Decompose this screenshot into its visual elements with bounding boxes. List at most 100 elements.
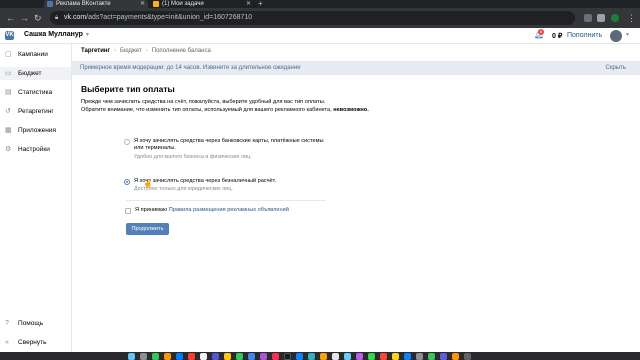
url-host: vk.com	[64, 14, 87, 21]
top-header: VK Сашка Мулланур▼ 🔔︎ 6 0 ₽ Пополнить ▼	[0, 28, 640, 44]
agree-label[interactable]: Я принимаю Правила размещения рекламных …	[135, 207, 289, 213]
vk-logo[interactable]: VK	[5, 31, 14, 40]
menu-icon[interactable]: ⋮	[627, 12, 636, 24]
url-field[interactable]: 🔒︎ vk.com/ads?act=payments&type=init&uni…	[50, 11, 575, 25]
mouse-cursor-icon: ☝	[143, 179, 153, 188]
sidebar-item-budget[interactable]: ▭ Бюджет	[0, 67, 71, 80]
apps-icon: ▦	[5, 127, 12, 134]
sidebar: ▢ Кампании ▭ Бюджет ▤ Статистика ↺ Ретар…	[0, 44, 72, 352]
lock-icon: 🔒︎	[55, 15, 59, 21]
launchpad-icon[interactable]	[140, 353, 147, 360]
app-icon[interactable]	[284, 353, 291, 360]
app-icon[interactable]	[332, 353, 339, 360]
description-line-1: Прежде чем зачислить средства на счёт, п…	[81, 99, 326, 105]
app-icon[interactable]	[296, 353, 303, 360]
messages-icon[interactable]	[152, 353, 159, 360]
trash-icon[interactable]	[464, 353, 471, 360]
sidebar-item-apps[interactable]: ▦ Приложения	[0, 124, 71, 137]
option-label[interactable]: Я хочу зачислять средства через безналич…	[134, 178, 374, 185]
rules-link[interactable]: Правила размещения рекламных объявлений	[169, 207, 289, 213]
chevron-down-icon: ▼	[84, 32, 90, 38]
description-line-2: Обратите внимание, что изменить тип опла…	[81, 107, 369, 113]
app-icon[interactable]	[404, 353, 411, 360]
stats-icon: ▤	[5, 89, 12, 96]
app-icon[interactable]	[452, 353, 459, 360]
app-icon[interactable]	[356, 353, 363, 360]
chrome-icon[interactable]	[248, 353, 255, 360]
hide-notice-link[interactable]: Скрыть	[606, 61, 626, 75]
sidebar-item-campaigns[interactable]: ▢ Кампании	[0, 48, 71, 61]
breadcrumb-item-budget[interactable]: Бюджет	[120, 48, 142, 54]
username: Сашка Мулланур	[24, 31, 83, 38]
new-tab-icon[interactable]: +	[258, 0, 263, 8]
sidebar-item-label: Кампании	[18, 51, 48, 58]
sidebar-item-stats[interactable]: ▤ Статистика	[0, 86, 71, 99]
extension-icon[interactable]	[584, 14, 592, 22]
collapse-icon: «	[5, 339, 9, 346]
campaigns-icon: ▢	[5, 51, 12, 58]
radio-button-checked[interactable]	[124, 179, 130, 185]
sidebar-item-label: Бюджет	[18, 70, 42, 77]
page-title: Выберите тип оплаты	[81, 84, 175, 94]
breadcrumb-item-targeting[interactable]: Таргетинг	[81, 48, 110, 54]
breadcrumb-separator-icon: ›	[114, 48, 117, 54]
app-icon[interactable]	[200, 353, 207, 360]
tab-title: Реклама ВКонтакте	[56, 1, 111, 7]
puzzle-icon[interactable]	[597, 14, 605, 22]
app-icon[interactable]	[212, 353, 219, 360]
payment-description: Прежде чем зачислить средства на счёт, п…	[81, 98, 401, 114]
sidebar-item-retargeting[interactable]: ↺ Ретаргетинг	[0, 105, 71, 118]
continue-button[interactable]: Продолжить	[126, 223, 169, 235]
app-icon[interactable]	[380, 353, 387, 360]
reload-icon[interactable]: ↻	[34, 12, 42, 24]
browser-tab-tasks[interactable]: (1) Мои задачи ✕	[150, 0, 254, 8]
tab-title: (1) Мои задачи	[162, 1, 204, 7]
sidebar-item-label: Ретаргетинг	[18, 108, 54, 115]
sidebar-item-label: Помощь	[18, 320, 44, 327]
app-icon[interactable]	[416, 353, 423, 360]
chevron-down-icon[interactable]: ▼	[625, 32, 630, 38]
app-icon[interactable]	[368, 353, 375, 360]
topup-link[interactable]: Пополнить	[567, 32, 602, 39]
sidebar-item-help[interactable]: ? Помощь	[0, 318, 71, 330]
app-icon[interactable]	[188, 353, 195, 360]
sidebar-item-settings[interactable]: ⚙ Настройки	[0, 143, 71, 156]
app-icon[interactable]	[392, 353, 399, 360]
browser-tab-strip: Реклама ВКонтакте ✕ (1) Мои задачи ✕ +	[0, 0, 640, 8]
radio-button[interactable]	[124, 139, 130, 145]
app-icon[interactable]	[176, 353, 183, 360]
option-label[interactable]: Я хочу зачислять средства через банковск…	[134, 138, 334, 152]
app-icon[interactable]	[224, 353, 231, 360]
close-tab-icon[interactable]: ✕	[140, 0, 145, 8]
settings-icon: ⚙	[5, 146, 12, 153]
back-icon[interactable]: ←	[6, 12, 15, 24]
account-switcher[interactable]: Сашка Мулланур ▼	[24, 31, 90, 38]
app-icon[interactable]	[236, 353, 243, 360]
sidebar-item-label: Настройки	[18, 146, 50, 153]
option-hint: Удобно для малого бизнеса и физических л…	[134, 154, 252, 160]
app-icon[interactable]	[308, 353, 315, 360]
browser-tab-vk-ads[interactable]: Реклама ВКонтакте ✕	[44, 0, 148, 8]
close-tab-icon[interactable]: ✕	[246, 0, 251, 8]
app-icon[interactable]	[428, 353, 435, 360]
profile-icon[interactable]	[611, 14, 619, 22]
notice-text: Примерное время модерации: до 14 часов. …	[80, 65, 301, 71]
tasks-favicon-icon	[153, 1, 159, 7]
app-icon[interactable]	[272, 353, 279, 360]
vk-favicon-icon	[47, 1, 53, 7]
finder-icon[interactable]	[128, 353, 135, 360]
forward-icon[interactable]: →	[20, 12, 29, 24]
app-icon[interactable]	[440, 353, 447, 360]
sidebar-item-label: Статистика	[18, 89, 53, 96]
app-icon[interactable]	[260, 353, 267, 360]
app-icon[interactable]	[320, 353, 327, 360]
app-icon[interactable]	[344, 353, 351, 360]
agree-checkbox[interactable]	[125, 208, 131, 214]
sidebar-item-collapse[interactable]: « Свернуть	[0, 337, 71, 349]
avatar[interactable]	[610, 30, 622, 42]
budget-icon: ▭	[5, 70, 12, 77]
vk-ads-app: VK Сашка Мулланур▼ 🔔︎ 6 0 ₽ Пополнить ▼ …	[0, 28, 640, 352]
app-icon[interactable]	[164, 353, 171, 360]
breadcrumb-separator-icon: ›	[145, 48, 148, 54]
address-bar: ← → ↻ 🔒︎ vk.com/ads?act=payments&type=in…	[0, 8, 640, 28]
